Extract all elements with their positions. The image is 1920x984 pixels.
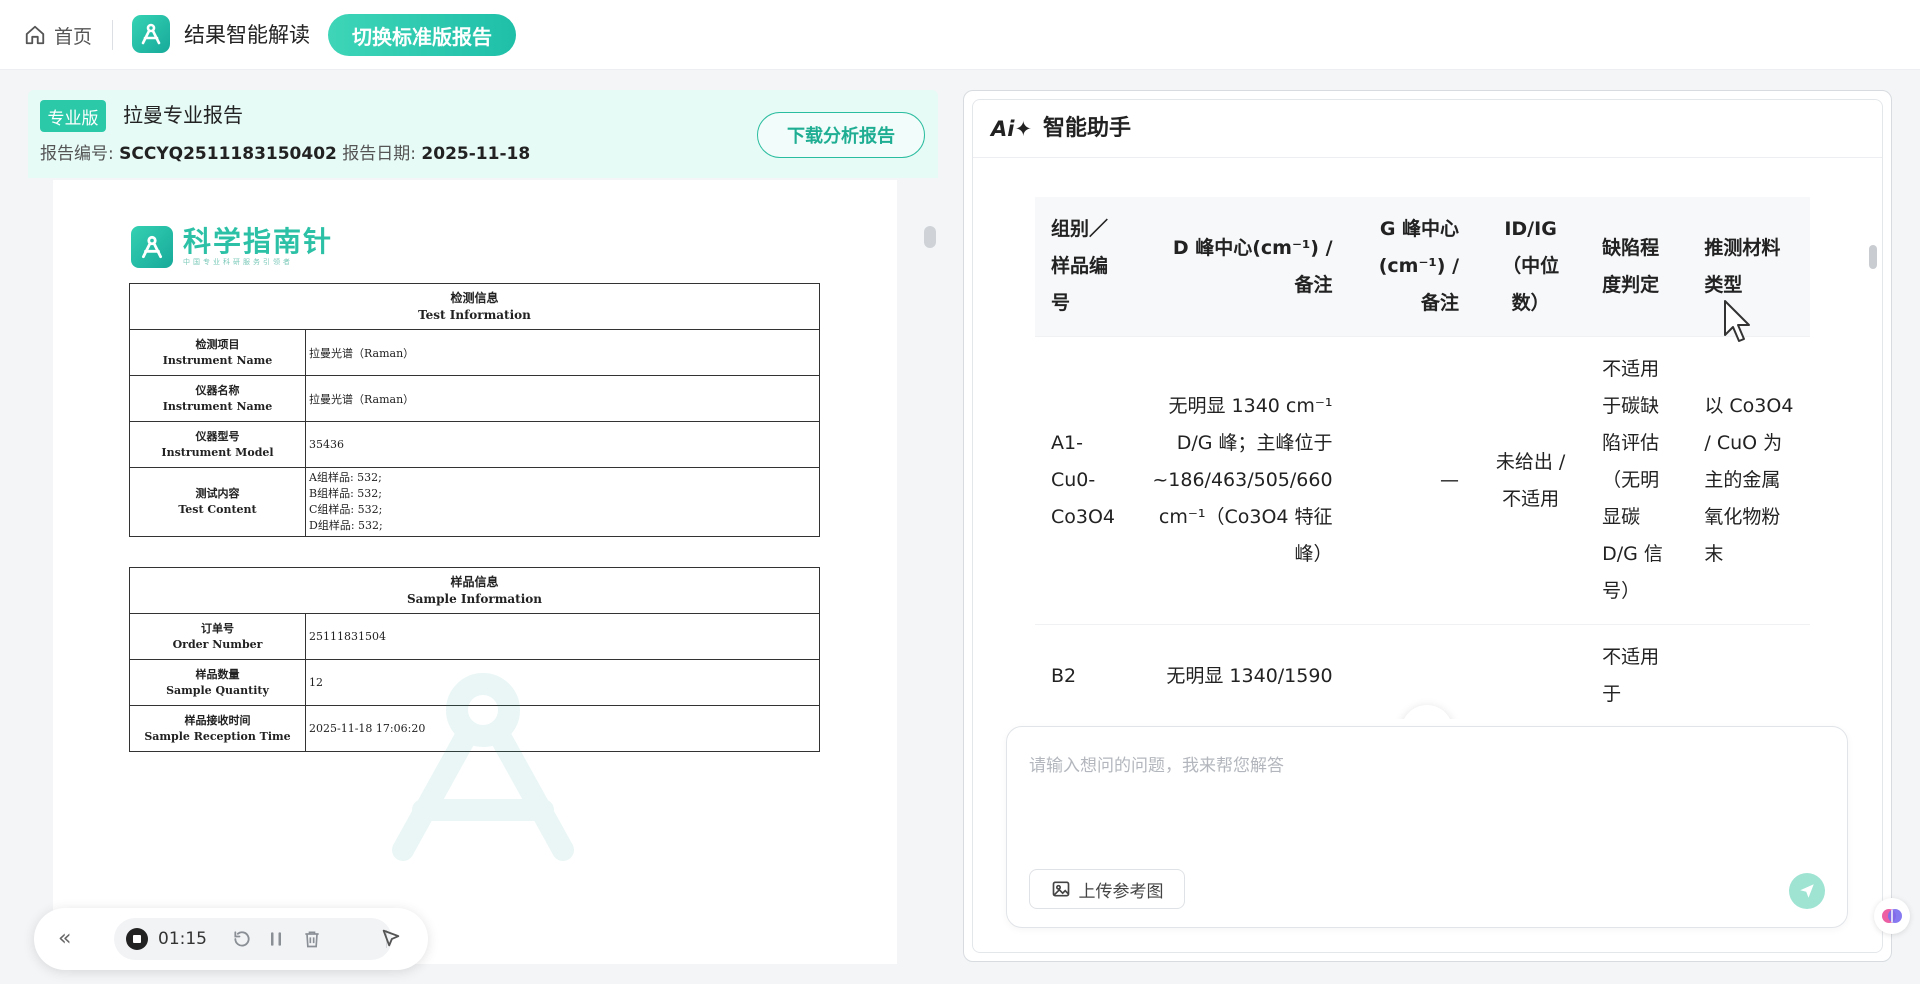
pause-icon[interactable] <box>264 927 288 951</box>
app-title: 结果智能解读 <box>184 23 310 47</box>
doc-brand-logo: 科学指南针 中国专业科研服务引领者 <box>131 226 333 268</box>
report-number-label: 报告编号: <box>40 144 114 164</box>
column-header: 组别／样品编号 <box>1035 197 1137 337</box>
divider <box>112 20 113 50</box>
test-information-table: 检测信息 Test Information 检测项目 Instrument Nam… <box>129 283 820 537</box>
screen-recorder-toolbar: « 01:15 <box>34 908 428 970</box>
pro-badge: 专业版 <box>40 100 106 132</box>
trash-icon[interactable] <box>300 927 324 951</box>
pointer-select-icon[interactable] <box>380 927 404 951</box>
record-timer: 01:15 <box>158 929 207 949</box>
home-icon <box>25 25 45 45</box>
home-label: 首页 <box>54 25 93 48</box>
top-bar: 首页 结果智能解读 切换标准版报告 <box>0 0 1920 70</box>
stop-record-button[interactable] <box>126 928 148 950</box>
question-input[interactable] <box>1029 751 1809 831</box>
report-title: 拉曼专业报告 <box>123 103 243 127</box>
analysis-result-table: 组别／样品编号 D 峰中心(cm⁻¹) / 备注 G 峰中心(cm⁻¹) / 备… <box>1035 197 1810 719</box>
switch-standard-report-button[interactable]: 切换标准版报告 <box>328 14 516 56</box>
assistant-header: Ai✦ 智能助手 <box>973 100 1882 158</box>
restart-icon[interactable] <box>230 927 254 951</box>
column-header: G 峰中心(cm⁻¹) / 备注 <box>1348 197 1476 337</box>
table-row: A1-Cu0-Co3O4 无明显 1340 cm⁻¹ D/G 峰；主峰位于 ~1… <box>1035 336 1810 625</box>
table-header: 样品信息 Sample Information <box>129 567 820 614</box>
upload-reference-image-button[interactable]: 上传参考图 <box>1029 869 1185 909</box>
image-icon <box>1052 881 1069 897</box>
chat-message-area[interactable]: 组别／样品编号 D 峰中心(cm⁻¹) / 备注 G 峰中心(cm⁻¹) / 备… <box>973 159 1882 719</box>
send-icon <box>1800 884 1814 898</box>
collapse-chevrons-icon[interactable]: « <box>58 925 71 953</box>
column-header: D 峰中心(cm⁻¹) / 备注 <box>1136 197 1349 337</box>
report-date-label: 报告日期: <box>342 144 417 164</box>
send-button[interactable] <box>1789 873 1825 909</box>
report-header: 专业版 拉曼专业报告 报告编号: SCCYQ2511183150402 报告日期… <box>28 90 938 178</box>
recorder-controls: 01:15 <box>114 918 392 960</box>
app-logo-icon <box>132 15 170 53</box>
report-meta: 报告编号: SCCYQ2511183150402 报告日期: 2025-11-1… <box>40 142 530 166</box>
mouse-cursor-icon <box>1724 300 1750 342</box>
brain-icon[interactable] <box>1874 898 1910 934</box>
table-row: 仪器名称 Instrument Name 拉曼光谱（Raman） <box>129 375 820 422</box>
home-link[interactable]: 首页 <box>24 20 92 50</box>
table-header-row: 组别／样品编号 D 峰中心(cm⁻¹) / 备注 G 峰中心(cm⁻¹) / 备… <box>1035 197 1810 337</box>
compass-watermark-icon <box>392 673 574 861</box>
column-header: ID/IG（中位数） <box>1475 197 1587 337</box>
doc-logo-text: 科学指南针 <box>183 225 334 258</box>
chat-scrollbar[interactable] <box>1869 245 1877 269</box>
compass-logo-icon <box>131 226 173 268</box>
table-row: 仪器型号 Instrument Model 35436 <box>129 421 820 468</box>
report-document-viewer[interactable]: 科学指南针 中国专业科研服务引领者 检测信息 Test Information … <box>53 180 897 964</box>
table-row: 检测项目 Instrument Name 拉曼光谱（Raman） <box>129 329 820 376</box>
download-report-button[interactable]: 下载分析报告 <box>757 112 925 158</box>
report-number: SCCYQ2511183150402 <box>119 144 337 164</box>
table-header: 检测信息 Test Information <box>129 283 820 330</box>
upload-label: 上传参考图 <box>1078 881 1164 902</box>
column-header: 缺陷程度判定 <box>1586 197 1689 337</box>
ai-sparkle-icon: Ai✦ <box>991 117 1033 141</box>
document-scrollbar[interactable] <box>924 226 936 248</box>
chat-input-box: 上传参考图 <box>1006 726 1848 928</box>
table-row: 订单号 Order Number 25111831504 <box>129 613 820 660</box>
table-row: 测试内容 Test Content A组样品: 532; B组样品: 532; C… <box>129 467 820 537</box>
doc-logo-subtitle: 中国专业科研服务引领者 <box>183 258 293 266</box>
report-date: 2025-11-18 <box>421 144 531 164</box>
assistant-title: 智能助手 <box>1043 116 1132 141</box>
